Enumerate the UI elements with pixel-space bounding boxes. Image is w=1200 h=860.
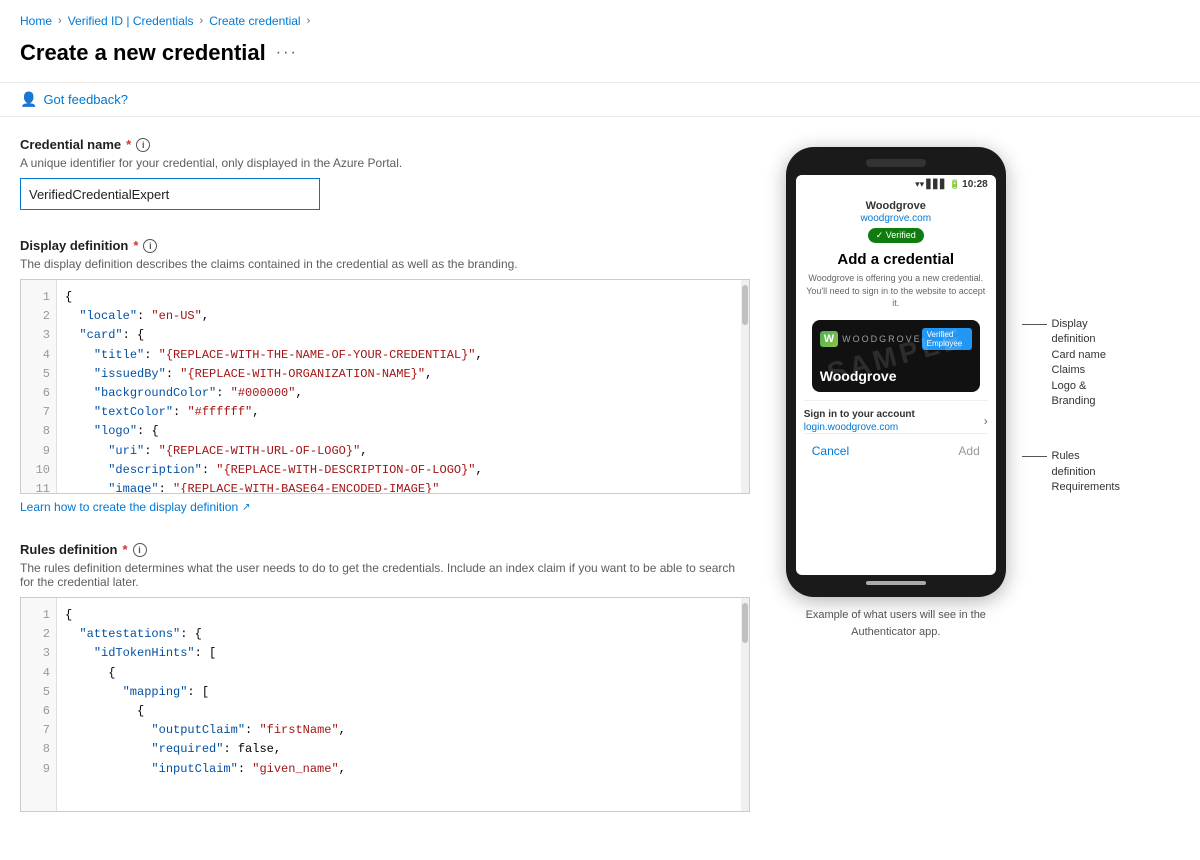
breadcrumb: Home › Verified ID | Credentials › Creat… [0,0,1200,36]
breadcrumb-verified-id[interactable]: Verified ID | Credentials [68,14,194,28]
signin-link: login.woodgrove.com [804,422,915,433]
wifi-icon: ▾▾ [915,179,924,190]
company-name: Woodgrove [804,200,988,212]
rules-definition-description: The rules definition determines what the… [20,561,750,589]
credential-name-description: A unique identifier for your credential,… [20,156,750,170]
verified-badge-container: ✓ Verified [804,228,988,243]
status-icons: ▾▾ ▋▋▋ 🔋 10:28 [915,179,988,190]
breadcrumb-sep-2: › [200,15,204,27]
preview-with-annotations: ▾▾ ▋▋▋ 🔋 10:28 Woodgrove woodgrove.com [780,137,1120,640]
display-definition-editor[interactable]: 12345 67891011 { "locale": "en-US", "car… [20,279,750,494]
rules-definition-editor[interactable]: 12345 6789 { "attestations": { "idTokenH… [20,597,750,812]
signin-arrow-icon: › [984,414,988,428]
display-def-code[interactable]: { "locale": "en-US", "card": { "title": … [57,280,749,493]
feedback-bar[interactable]: 👤 Got feedback? [0,83,1200,117]
credential-card: W WOODGROVE Verified Employee Woodgrove … [812,320,980,392]
annotations-container: Display definition Card name Claims Logo… [1012,137,1120,526]
phone-home-bar [866,581,926,585]
annotation-line-display [1022,324,1047,325]
card-badge: Verified Employee [922,328,972,350]
display-def-line-numbers: 12345 67891011 [21,280,57,493]
annotation-text-display: Display definition Card name Claims Logo… [1047,317,1106,409]
company-url: woodgrove.com [804,213,988,224]
display-definition-group: Display definition * i The display defin… [20,238,750,514]
phone-frame: ▾▾ ▋▋▋ 🔋 10:28 Woodgrove woodgrove.com [786,147,1006,597]
rules-def-required-star: * [123,542,128,557]
breadcrumb-create-credential[interactable]: Create credential [209,14,300,28]
signin-section: Sign in to your account login.woodgrove.… [804,400,988,433]
signin-title: Sign in to your account [804,409,915,420]
add-credential-desc: Woodgrove is offering you a new credenti… [804,272,988,310]
phone-app-content: Woodgrove woodgrove.com ✓ Verified Add a… [796,192,996,472]
rules-def-info-icon[interactable]: i [133,543,147,557]
page-title-row: Create a new credential ··· [0,36,1200,83]
phone-action-buttons: Cancel Add [804,433,988,464]
form-section: Credential name * i A unique identifier … [20,137,780,840]
rules-def-code[interactable]: { "attestations": { "idTokenHints": [ { … [57,598,749,811]
annotation-rules-def: Rules definition Requirements [1022,449,1120,495]
card-brand-row: W WOODGROVE Verified Employee [820,328,972,350]
phone-add-button[interactable]: Add [958,444,979,458]
learn-display-definition-link[interactable]: Learn how to create the display definiti… [20,500,251,514]
display-def-required-star: * [133,238,138,253]
logo-w: W [820,331,838,347]
page-title: Create a new credential [20,40,266,66]
preview-section: ▾▾ ▋▋▋ 🔋 10:28 Woodgrove woodgrove.com [780,137,1120,840]
verified-pill: ✓ Verified [868,228,924,243]
breadcrumb-home[interactable]: Home [20,14,52,28]
page-title-menu-button[interactable]: ··· [276,44,298,62]
rules-def-scrollbar[interactable] [741,598,749,811]
required-star: * [126,137,131,152]
add-credential-title: Add a credential [804,251,988,268]
rules-definition-label: Rules definition * i [20,542,750,557]
annotation-display-def: Display definition Card name Claims Logo… [1022,317,1120,409]
card-holder-name: Woodgrove [820,368,972,384]
card-logo: W WOODGROVE [820,331,922,347]
display-def-scrollbar[interactable] [741,280,749,493]
display-definition-description: The display definition describes the cla… [20,257,750,271]
rules-def-line-numbers: 12345 6789 [21,598,57,811]
feedback-label[interactable]: Got feedback? [43,92,128,107]
annotation-line-rules [1022,456,1047,457]
external-link-icon: ↗ [242,502,250,513]
display-definition-label: Display definition * i [20,238,750,253]
logo-text: WOODGROVE [842,334,922,344]
battery-icon: 🔋 [949,179,960,190]
feedback-icon: 👤 [20,91,37,108]
phone-status-bar: ▾▾ ▋▋▋ 🔋 10:28 [796,175,996,192]
credential-name-group: Credential name * i A unique identifier … [20,137,750,210]
breadcrumb-sep-1: › [58,15,62,27]
phone-preview-container: ▾▾ ▋▋▋ 🔋 10:28 Woodgrove woodgrove.com [780,147,1012,640]
credential-name-label: Credential name * i [20,137,750,152]
phone-screen: ▾▾ ▋▋▋ 🔋 10:28 Woodgrove woodgrove.com [796,175,996,575]
main-layout: Credential name * i A unique identifier … [0,117,1200,860]
breadcrumb-sep-3: › [307,15,311,27]
preview-caption: Example of what users will see in the Au… [780,607,1012,640]
rules-definition-group: Rules definition * i The rules definitio… [20,542,750,812]
phone-cancel-button[interactable]: Cancel [812,444,849,458]
signal-icon: ▋▋▋ [926,179,947,190]
phone-notch [866,159,926,167]
display-def-info-icon[interactable]: i [143,239,157,253]
credential-name-input[interactable] [20,178,320,210]
status-time-right: 10:28 [962,179,988,190]
credential-name-info-icon[interactable]: i [136,138,150,152]
annotation-text-rules: Rules definition Requirements [1047,449,1120,495]
